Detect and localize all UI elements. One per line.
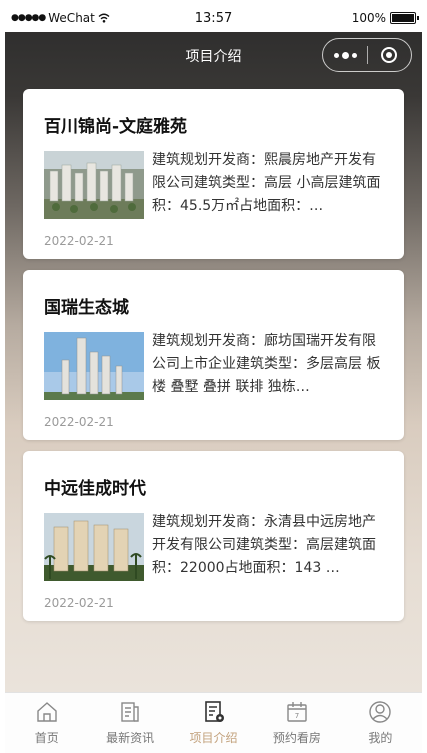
close-button[interactable] <box>368 39 411 71</box>
project-thumbnail <box>44 151 144 219</box>
home-icon <box>37 702 57 722</box>
project-icon <box>204 701 224 722</box>
dot-icon <box>351 52 357 58</box>
project-title: 国瑞生态城 <box>44 298 129 318</box>
project-card[interactable]: 百川锦尚-文庭雅苑 建筑规划开发商：熙晨房地产开发有限公司建筑类型：高层 小高层… <box>23 89 404 259</box>
profile-icon <box>369 701 392 723</box>
phone-screen: ●●●●● WeChat 13:57 100% 项目介绍 百川锦尚-文庭雅苑 建… <box>5 6 422 753</box>
calendar-icon: 7 <box>287 702 307 722</box>
project-title: 中远佳成时代 <box>44 479 146 499</box>
tab-bar: 首页 最新资讯 项目介绍 7 预约看房 我的 <box>5 692 422 753</box>
tab-label: 预约看房 <box>272 731 321 745</box>
project-description: 建筑规划开发商：廊坊国瑞开发有限公司上市企业建筑类型：多层高层 板楼 叠墅 叠拼… <box>152 333 381 395</box>
tab-home[interactable]: 首页 <box>5 693 88 753</box>
project-card[interactable]: 中远佳成时代 建筑规划开发商：永清县中远房地产开发有限公司建筑类型：高层建筑面积… <box>23 451 404 621</box>
status-bar: ●●●●● WeChat 13:57 100% <box>5 6 422 32</box>
tab-label: 最新资讯 <box>106 731 155 745</box>
project-date: 2022-02-21 <box>44 596 114 610</box>
project-title: 百川锦尚-文庭雅苑 <box>44 117 188 137</box>
tab-projects[interactable]: 项目介绍 <box>172 693 255 753</box>
project-thumbnail <box>44 332 144 400</box>
project-card[interactable]: 国瑞生态城 建筑规划开发商：廊坊国瑞开发有限公司上市企业建筑类型：多层高层 板楼… <box>23 270 404 440</box>
battery-group: 100% <box>351 11 419 25</box>
project-date: 2022-02-21 <box>44 234 114 248</box>
mini-program-capsule <box>322 38 412 72</box>
dot-icon <box>333 52 339 58</box>
tab-label: 我的 <box>368 731 393 745</box>
tab-booking[interactable]: 7 预约看房 <box>255 693 338 753</box>
svg-text:7: 7 <box>295 712 299 720</box>
project-thumbnail <box>44 513 144 581</box>
project-description: 建筑规划开发商：熙晨房地产开发有限公司建筑类型：高层 小高层建筑面积：45.5万… <box>152 152 381 214</box>
tab-profile[interactable]: 我的 <box>339 693 422 753</box>
project-date: 2022-02-21 <box>44 415 114 429</box>
battery-percent: 100% <box>351 11 386 25</box>
close-target-icon <box>381 47 398 63</box>
dot-icon <box>341 51 349 59</box>
project-description: 建筑规划开发商：永清县中远房地产开发有限公司建筑类型：高层建筑面积：22000占… <box>152 514 376 576</box>
nav-bar: 项目介绍 <box>5 32 422 78</box>
battery-icon <box>390 12 419 24</box>
more-menu-button[interactable] <box>323 39 367 71</box>
tab-label: 项目介绍 <box>189 731 238 745</box>
tab-label: 首页 <box>34 731 59 745</box>
news-icon <box>121 702 139 722</box>
tab-news[interactable]: 最新资讯 <box>88 693 171 753</box>
